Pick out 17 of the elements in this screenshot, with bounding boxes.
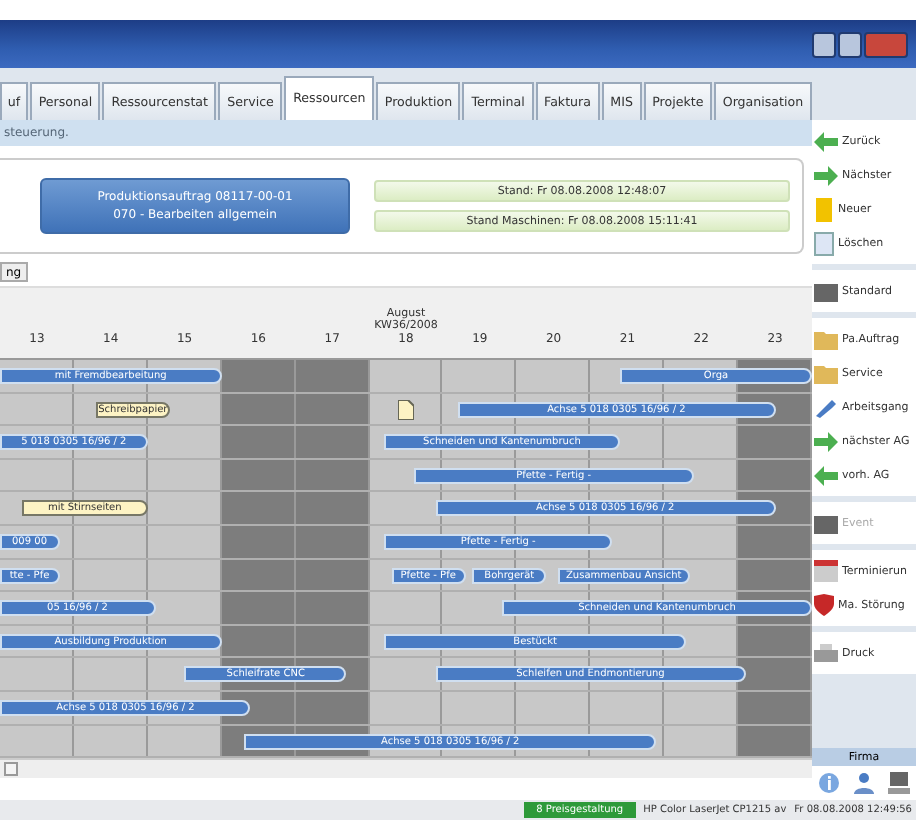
info-icon[interactable] (818, 772, 841, 794)
document-icon (814, 197, 834, 221)
calendar-icon (814, 560, 838, 582)
left-arrow-icon (814, 131, 838, 151)
left-arrow-icon (814, 465, 838, 485)
maximize-button[interactable] (838, 31, 862, 57)
user-icon[interactable] (852, 772, 875, 794)
right-arrow-icon (814, 431, 838, 451)
right-arrow-icon (814, 165, 838, 185)
minimize-button[interactable] (812, 31, 836, 57)
scroll-thumb-icon[interactable] (4, 762, 18, 777)
folder-icon (814, 363, 838, 383)
computer-icon[interactable] (887, 772, 910, 794)
shield-icon (814, 594, 834, 616)
horizontal-scrollbar[interactable] (0, 758, 812, 779)
printer-icon (814, 643, 838, 663)
folder-icon (814, 329, 838, 349)
